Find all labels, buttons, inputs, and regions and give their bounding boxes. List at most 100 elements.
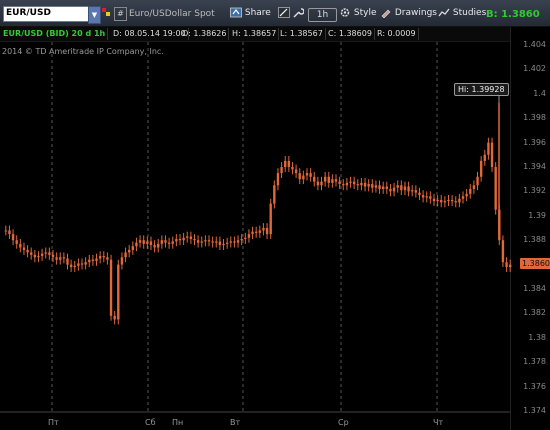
- candle-body: [48, 252, 51, 255]
- candle-body: [80, 263, 84, 265]
- candle-body: [273, 185, 276, 204]
- candle-body: [360, 182, 363, 186]
- y-tick-label: 1.376: [523, 381, 546, 391]
- candle-body: [254, 231, 258, 233]
- candle-body: [171, 241, 174, 244]
- candle-body: [414, 190, 418, 193]
- candle-body: [131, 246, 135, 250]
- candle-body: [352, 181, 356, 185]
- candle-body: [258, 230, 262, 233]
- candle-body: [182, 237, 185, 241]
- candle-body: [200, 241, 203, 243]
- candle-body: [95, 258, 98, 261]
- y-tick-label: 1.378: [523, 357, 546, 367]
- candle-body: [15, 240, 18, 244]
- candle-body: [284, 160, 287, 167]
- candle-body: [40, 253, 44, 257]
- candle-body: [73, 265, 76, 268]
- candle-body: [378, 185, 381, 189]
- candle-body: [66, 258, 69, 265]
- candle-body: [88, 259, 91, 263]
- candle-body: [342, 184, 345, 186]
- candle-body: [247, 234, 251, 238]
- candle-body: [251, 231, 254, 235]
- candle-body: [204, 240, 207, 242]
- candle-body: [218, 241, 222, 246]
- last-price-tag: 1.3860: [520, 258, 550, 269]
- candle-body: [494, 167, 497, 210]
- candle-body: [469, 188, 472, 194]
- candle-body: [167, 242, 171, 244]
- candle-body: [320, 181, 323, 186]
- y-tick-label: 1.404: [523, 40, 546, 49]
- price-chart[interactable]: [0, 0, 550, 430]
- candle-body: [508, 264, 512, 268]
- candle-body: [55, 257, 58, 260]
- candle-body: [331, 179, 334, 183]
- candle-body: [349, 181, 352, 183]
- candle-body: [98, 256, 102, 259]
- candle-body: [233, 241, 236, 243]
- y-tick-label: 1.396: [523, 137, 546, 147]
- candle-body: [175, 238, 178, 242]
- candle-body: [425, 196, 428, 198]
- candle-body: [138, 240, 142, 243]
- candle-body: [287, 160, 291, 167]
- candle-body: [280, 167, 283, 174]
- x-tick-label: Вт: [230, 418, 241, 427]
- candle-body: [407, 186, 410, 192]
- candle-body: [146, 241, 149, 244]
- y-tick-label: 1.39: [528, 210, 546, 220]
- candle-body: [84, 262, 87, 265]
- candle-body: [26, 249, 29, 253]
- candle-body: [458, 198, 461, 203]
- candle-body: [411, 190, 414, 192]
- candle-body: [117, 264, 120, 320]
- x-tick-label: Пт: [48, 418, 59, 427]
- candle-body: [120, 257, 124, 265]
- candle-body: [19, 243, 22, 248]
- candle-body: [291, 167, 294, 170]
- candle-body: [403, 186, 407, 191]
- candle-body: [207, 240, 211, 242]
- candle-body: [91, 259, 95, 261]
- candle-body: [465, 193, 468, 197]
- candle-body: [487, 142, 490, 155]
- y-tick-label: 1.392: [523, 186, 546, 196]
- y-tick-label: 1.374: [523, 406, 546, 415]
- candle-body: [124, 252, 127, 258]
- candle-body: [305, 173, 309, 176]
- candle-body: [400, 185, 403, 191]
- candle-body: [505, 262, 508, 268]
- candle-body: [149, 241, 153, 246]
- candle-body: [135, 242, 138, 247]
- candle-body: [309, 173, 312, 177]
- candle-body: [222, 243, 225, 246]
- x-tick-label: Ср: [338, 418, 349, 427]
- candle-body: [164, 240, 167, 243]
- candle-body: [501, 240, 505, 263]
- candle-body: [338, 181, 341, 185]
- candle-body: [443, 201, 447, 203]
- candle-body: [276, 173, 280, 186]
- candle-body: [479, 160, 483, 177]
- candle-body: [440, 199, 443, 203]
- candle-body: [262, 228, 265, 231]
- candle-body: [8, 230, 11, 235]
- candle-body: [363, 182, 367, 187]
- candle-body: [215, 241, 218, 243]
- candle-body: [22, 247, 26, 250]
- candle-body: [302, 175, 305, 180]
- candle-body: [436, 199, 439, 202]
- candle-body: [106, 257, 109, 260]
- candle-body: [374, 185, 378, 188]
- candle-body: [327, 176, 330, 183]
- candle-body: [77, 263, 80, 266]
- candle-body: [476, 176, 479, 186]
- y-tick-label: 1.382: [523, 308, 546, 318]
- candle-body: [396, 185, 399, 188]
- candle-body: [160, 240, 164, 244]
- candle-body: [450, 199, 454, 202]
- candle-body: [461, 196, 465, 199]
- candle-body: [37, 256, 40, 258]
